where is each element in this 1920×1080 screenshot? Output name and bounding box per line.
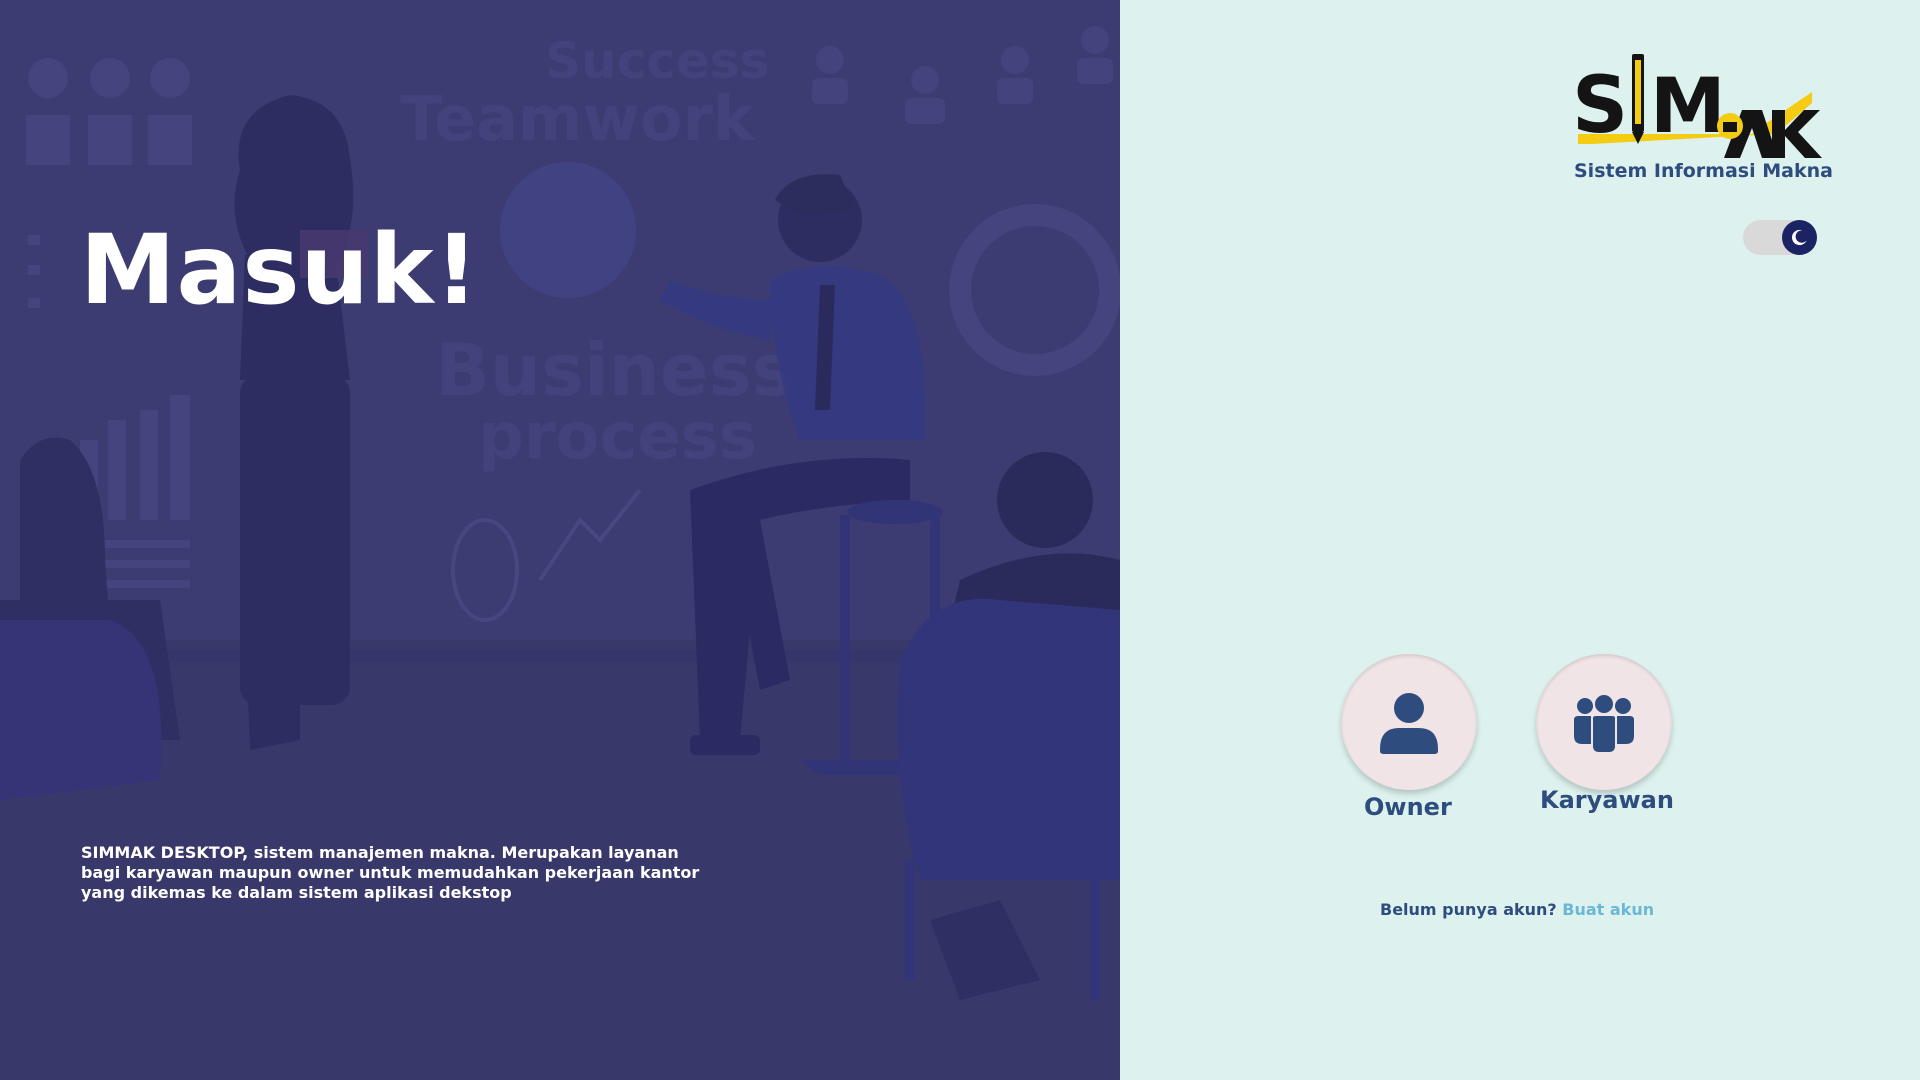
user-icon xyxy=(1380,693,1438,754)
signup-prompt: Belum punya akun? xyxy=(1380,900,1557,919)
simmak-logo-mark: S M xyxy=(1572,54,1822,158)
login-screen: Success Teamwork Business process Masuk!… xyxy=(0,0,1920,1080)
karyawan-role-label[interactable]: Karyawan xyxy=(1540,786,1674,814)
page-title: Masuk! xyxy=(80,214,480,326)
create-account-link[interactable]: Buat akun xyxy=(1562,900,1654,919)
svg-text:M: M xyxy=(1650,61,1726,150)
app-description-line: yang dikemas ke dalam sistem aplikasi de… xyxy=(81,883,512,902)
toggle-knob xyxy=(1782,220,1817,255)
signup-prompt-line: Belum punya akun? Buat akun xyxy=(1380,900,1654,919)
simmak-logo: S M Sistem Informasi Makna xyxy=(1572,48,1833,188)
app-description-line: SIMMAK DESKTOP, sistem manajemen makna. … xyxy=(81,843,679,862)
moon-icon xyxy=(1791,229,1807,246)
users-group-icon xyxy=(1574,695,1634,752)
logo-subtitle: Sistem Informasi Makna xyxy=(1574,160,1833,182)
svg-text:S: S xyxy=(1572,61,1628,151)
hero-panel: Success Teamwork Business process Masuk!… xyxy=(0,0,1120,1080)
app-description-line: bagi karyawan maupun owner untuk memudah… xyxy=(81,863,700,882)
app-description: SIMMAK DESKTOP, sistem manajemen makna. … xyxy=(81,843,700,903)
theme-toggle[interactable] xyxy=(1743,220,1817,255)
karyawan-role-button[interactable] xyxy=(1536,654,1672,790)
office-team-illustration: Success Teamwork Business process xyxy=(0,0,1120,1080)
owner-role-label[interactable]: Owner xyxy=(1364,793,1452,821)
owner-role-button[interactable] xyxy=(1341,654,1477,790)
